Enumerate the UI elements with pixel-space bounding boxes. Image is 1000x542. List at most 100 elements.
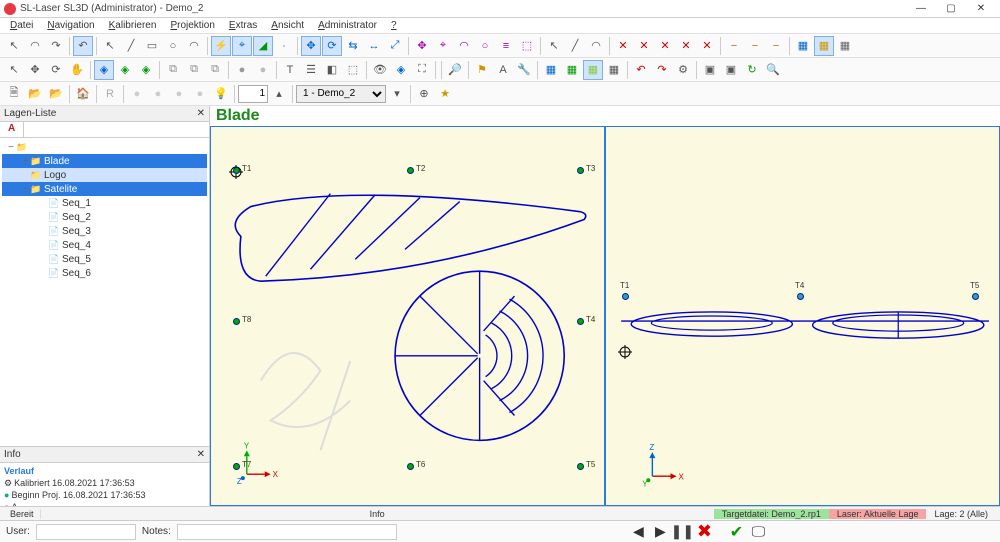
target-t7[interactable]: T7	[233, 463, 240, 470]
target-t1[interactable]: T1	[622, 293, 629, 300]
g4-button[interactable]: ▦	[604, 60, 624, 80]
menu-?[interactable]: ?	[385, 19, 403, 32]
zoom-button[interactable]: 🔍	[763, 60, 783, 80]
cube1-button[interactable]: ◈	[94, 60, 114, 80]
tree-item-seq_4[interactable]: 📄Seq_4	[2, 238, 207, 252]
open-button[interactable]: 📂	[25, 84, 45, 104]
target-t2[interactable]: T2	[407, 167, 414, 174]
target-button[interactable]: ⊕	[414, 84, 434, 104]
save-button[interactable]: 📂	[46, 84, 66, 104]
target-t4[interactable]: T4	[797, 293, 804, 300]
t1-button[interactable]: ✥	[412, 36, 432, 56]
m1-button[interactable]: −	[724, 36, 744, 56]
g2-button[interactable]: ▦	[562, 60, 582, 80]
m2-button[interactable]: −	[745, 36, 765, 56]
tree-item-root[interactable]: −📁	[2, 140, 207, 154]
tree-item-seq_6[interactable]: 📄Seq_6	[2, 266, 207, 280]
menu-administrator[interactable]: Administrator	[312, 19, 383, 32]
viewport-front[interactable]: X Y Z T1T2T3T4T5T6T7T8	[210, 126, 605, 506]
t5-button[interactable]: ≡	[496, 36, 516, 56]
layers-tree[interactable]: −📁+📁Blade📁Logo−📁Satelite📄Seq_1📄Seq_2📄Seq…	[0, 138, 209, 446]
s4-button[interactable]: ●	[190, 84, 210, 104]
grid3-button[interactable]: ▦	[835, 36, 855, 56]
text-button[interactable]: T	[280, 60, 300, 80]
g1-button[interactable]: ▦	[541, 60, 561, 80]
tree-item-blade[interactable]: +📁Blade	[2, 154, 207, 168]
m3-button[interactable]: −	[766, 36, 786, 56]
target-t5[interactable]: T5	[577, 463, 584, 470]
x4-button[interactable]: ✕	[676, 36, 696, 56]
sel3-button[interactable]: ⬚	[343, 60, 363, 80]
confirm-button[interactable]: ✔	[725, 521, 747, 542]
copy1-button[interactable]: ⧉	[163, 60, 183, 80]
forward-button[interactable]: ▶	[649, 521, 671, 542]
line-button[interactable]: ╱	[121, 36, 141, 56]
copy2-button[interactable]: ⧉	[184, 60, 204, 80]
menu-ansicht[interactable]: Ansicht	[265, 19, 310, 32]
refresh-button[interactable]: ↻	[742, 60, 762, 80]
undo-button[interactable]: ↶	[73, 36, 93, 56]
notes-input[interactable]	[177, 524, 397, 540]
tree-item-seq_2[interactable]: 📄Seq_2	[2, 210, 207, 224]
flag-button[interactable]: ⚑	[472, 60, 492, 80]
sa2-button[interactable]: ▣	[721, 60, 741, 80]
surf-button[interactable]: ◠	[586, 36, 606, 56]
tree-item-seq_1[interactable]: 📄Seq_1	[2, 196, 207, 210]
pause-button[interactable]: ❚❚	[671, 521, 693, 542]
sa1-button[interactable]: ▣	[700, 60, 720, 80]
layers-tab-a[interactable]: A	[0, 122, 24, 137]
window-close[interactable]: ✕	[966, 1, 996, 17]
menu-datei[interactable]: Datei	[4, 19, 39, 32]
reload-button[interactable]: R	[100, 84, 120, 104]
eye-button[interactable]: 👁	[370, 60, 390, 80]
s3-button[interactable]: ●	[169, 84, 189, 104]
tree-item-seq_3[interactable]: 📄Seq_3	[2, 224, 207, 238]
u2-button[interactable]: ↷	[652, 60, 672, 80]
cube4-button[interactable]: ◈	[391, 60, 411, 80]
stop-button[interactable]: ✖	[693, 521, 715, 542]
color-button[interactable]: ◧	[322, 60, 342, 80]
tree-item-seq_5[interactable]: 📄Seq_5	[2, 252, 207, 266]
new-button[interactable]: 🗎	[4, 84, 24, 104]
x5-button[interactable]: ✕	[697, 36, 717, 56]
doc-down-button[interactable]: ▾	[387, 84, 407, 104]
scale-button[interactable]: ⤢	[385, 36, 405, 56]
grid2-button[interactable]: ▦	[814, 36, 834, 56]
x1-button[interactable]: ✕	[613, 36, 633, 56]
circle-button[interactable]: ○	[163, 36, 183, 56]
viewport-side[interactable]: X Z Y T1T4T5	[605, 126, 1000, 506]
spin-input[interactable]	[238, 85, 268, 103]
bolt-button[interactable]: ⚡	[211, 36, 231, 56]
target-t5[interactable]: T5	[972, 293, 979, 300]
t2-button[interactable]: ⌖	[433, 36, 453, 56]
menu-navigation[interactable]: Navigation	[41, 19, 100, 32]
layers-panel-close[interactable]: ✕	[197, 108, 205, 119]
rot-button[interactable]: ⟳	[322, 36, 342, 56]
sel-arrow-button[interactable]: ↖	[4, 36, 24, 56]
window-minimize[interactable]: —	[906, 1, 936, 17]
u1-button[interactable]: ↶	[631, 60, 651, 80]
s2-button[interactable]: ●	[148, 84, 168, 104]
home-button[interactable]: 🏠	[73, 84, 93, 104]
s1-button[interactable]: ●	[127, 84, 147, 104]
menu-kalibrieren[interactable]: Kalibrieren	[103, 19, 163, 32]
x2-button[interactable]: ✕	[634, 36, 654, 56]
dim-button[interactable]: ↔	[364, 36, 384, 56]
hand-button[interactable]: ✋	[67, 60, 87, 80]
user-input[interactable]	[36, 524, 136, 540]
g3-button[interactable]: ▦	[583, 60, 603, 80]
target-t3[interactable]: T3	[577, 167, 584, 174]
menu-extras[interactable]: Extras	[223, 19, 263, 32]
tree-item-logo[interactable]: 📁Logo	[2, 168, 207, 182]
t3-button[interactable]: ◠	[454, 36, 474, 56]
target-t4[interactable]: T4	[577, 318, 584, 325]
snap-button[interactable]: ⌖	[232, 36, 252, 56]
sel-lasso-button[interactable]: ◠	[25, 36, 45, 56]
cross2-button[interactable]: ✥	[25, 60, 45, 80]
cube3-button[interactable]: ◈	[136, 60, 156, 80]
sphere-button[interactable]: ●	[232, 60, 252, 80]
shade-button[interactable]: ●	[253, 60, 273, 80]
layer-button[interactable]: ☰	[301, 60, 321, 80]
copy3-button[interactable]: ⧉	[205, 60, 225, 80]
display-button[interactable]: 🖵	[747, 521, 769, 542]
